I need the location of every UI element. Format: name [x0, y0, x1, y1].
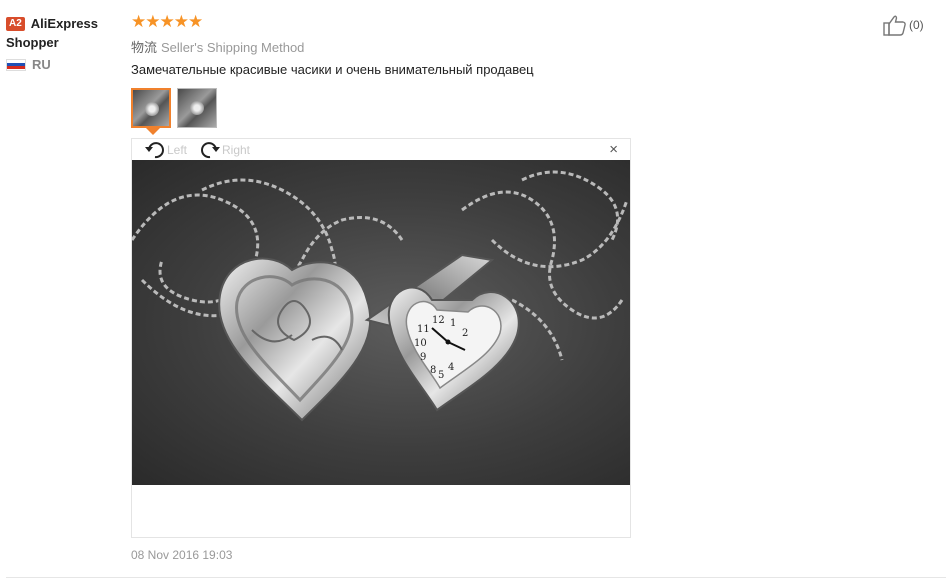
shipping-info: 物流 Seller's Shipping Method	[131, 37, 304, 56]
rotate-left-label: Left	[167, 143, 188, 157]
rotate-right-label: Right	[222, 143, 251, 157]
star-icon: ★	[188, 12, 204, 31]
pocket-watch-image: 12 1 2 11 10 9 8 4 5	[132, 170, 629, 422]
rotate-left-button[interactable]: Left	[144, 141, 187, 159]
svg-text:5: 5	[438, 370, 444, 381]
svg-text:9: 9	[420, 352, 426, 363]
review-photo: 12 1 2 11 10 9 8 4 5	[132, 160, 630, 485]
photo-thumbnails	[131, 88, 223, 128]
reviewer-info: A2 AliExpress Shopper RU	[6, 14, 124, 72]
rotate-right-icon	[201, 142, 220, 159]
review-text: Замечательные красивые часики и очень вн…	[131, 62, 534, 77]
star-icon: ★	[173, 12, 189, 31]
rotate-right-button[interactable]: Right	[199, 141, 250, 159]
svg-text:4: 4	[448, 362, 454, 373]
rotate-left-icon	[145, 142, 164, 159]
russia-flag-icon	[6, 58, 26, 71]
svg-text:10: 10	[414, 338, 427, 349]
photo-thumbnail-1[interactable]	[131, 88, 171, 128]
svg-text:12: 12	[432, 315, 445, 326]
photo-viewer: Left Right × 12 1 2 11 10 9 8 4 5	[131, 138, 631, 538]
svg-text:11: 11	[417, 324, 430, 335]
shipping-method: Seller's Shipping Method	[161, 40, 305, 55]
active-thumbnail-caret	[146, 128, 160, 135]
country-code: RU	[32, 57, 51, 72]
star-icon: ★	[131, 12, 147, 31]
reviewer-name-block: A2 AliExpress Shopper	[6, 14, 124, 52]
svg-text:8: 8	[430, 365, 436, 376]
svg-text:2: 2	[462, 328, 468, 339]
logistics-label: 物流	[131, 40, 158, 55]
close-icon[interactable]: ×	[609, 142, 618, 157]
photo-thumbnail-2[interactable]	[177, 88, 217, 128]
user-level-badge: A2	[6, 17, 25, 31]
review-divider	[6, 577, 946, 578]
like-button[interactable]: (0)	[883, 14, 924, 36]
star-icon: ★	[159, 12, 175, 31]
svg-text:1: 1	[450, 318, 456, 329]
thumbs-up-icon	[883, 15, 906, 36]
star-rating: ★ ★ ★ ★ ★	[131, 12, 204, 31]
reviewer-country: RU	[6, 57, 124, 72]
review-timestamp: 08 Nov 2016 19:03	[131, 548, 233, 562]
like-count: (0)	[909, 18, 924, 32]
star-icon: ★	[145, 12, 161, 31]
viewer-toolbar: Left Right ×	[132, 139, 630, 160]
